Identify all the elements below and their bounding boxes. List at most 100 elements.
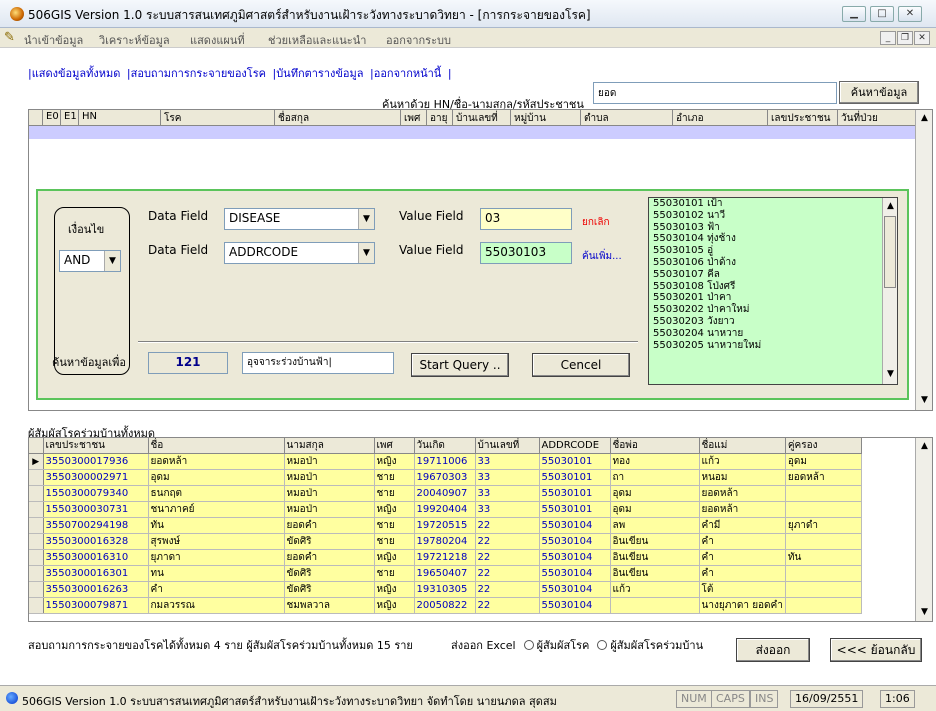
table-row[interactable]: 3550300016310 ยุภาดา ยอดคำ หญิง 19721218 22 55… — [29, 549, 862, 566]
scroll-thumb[interactable] — [884, 216, 896, 288]
table-cell[interactable]: คำ — [148, 581, 285, 598]
table-cell[interactable]: 20050822 — [414, 597, 476, 614]
col-mother[interactable]: ชื่อแม่ — [699, 438, 786, 454]
table-cell[interactable]: ยอดคำ — [284, 517, 375, 534]
table-cell[interactable]: คำ — [699, 533, 786, 550]
table-cell[interactable]: 3550300016310 — [43, 549, 149, 566]
table-cell[interactable]: 19920404 — [414, 501, 476, 518]
table-cell[interactable]: อุดม — [148, 469, 285, 486]
table-cell[interactable]: 19721218 — [414, 549, 476, 566]
list-item[interactable]: 55030101 เป้า — [649, 198, 897, 210]
table-cell[interactable]: ธนกฤต — [148, 485, 285, 502]
value-field-input-1[interactable]: 03 — [480, 208, 572, 230]
table-cell[interactable]: 22 — [475, 517, 540, 534]
col-addrcode[interactable]: ADDRCODE — [539, 438, 611, 454]
row-indicator[interactable] — [29, 517, 44, 534]
mdi-minimize-button[interactable]: _ — [880, 31, 896, 45]
col-father[interactable]: ชื่อพ่อ — [610, 438, 700, 454]
table-cell[interactable]: 22 — [475, 581, 540, 598]
table-cell[interactable] — [785, 485, 862, 502]
table-cell[interactable]: ลพ — [610, 517, 700, 534]
list-item[interactable]: 55030108 โป่งศรี — [649, 281, 897, 293]
table-cell[interactable]: หมอป่า — [284, 453, 375, 470]
table-cell[interactable]: โต้ — [699, 581, 786, 598]
table-cell[interactable]: อุดม — [785, 453, 862, 470]
mdi-restore-button[interactable]: ❐ — [897, 31, 913, 45]
table-cell[interactable]: ถา — [610, 469, 700, 486]
close-button[interactable]: ✕ — [898, 6, 922, 22]
menu-map[interactable]: แสดงแผนที่ — [190, 31, 245, 49]
table-row[interactable]: 3550300002971 อุดม หมอป่า ชาย 19670303 33 5503… — [29, 469, 862, 486]
nav-leave-page[interactable]: |ออกจากหน้านี้ — [370, 67, 441, 80]
table-cell[interactable]: ชาย — [374, 565, 415, 582]
table-row[interactable]: 3550300016328 สุรพงษ์ ขัดศิริ ชาย 19780204 22… — [29, 533, 862, 550]
table-row[interactable]: 1550300079340 ธนกฤต หมอป่า ชาย 20040907 33 550… — [29, 485, 862, 502]
table-cell[interactable]: ชาย — [374, 485, 415, 502]
table-cell[interactable]: 33 — [475, 485, 540, 502]
table-cell[interactable] — [785, 533, 862, 550]
table-cell[interactable]: สุรพงษ์ — [148, 533, 285, 550]
table-row[interactable]: 3550300016263 คำ ขัดศิริ หญิง 19310305 22 5503… — [29, 581, 862, 598]
table-cell[interactable]: แก้ว — [610, 581, 700, 598]
table-cell[interactable]: ทน — [148, 565, 285, 582]
col-disease[interactable]: โรค — [161, 110, 275, 126]
start-query-button[interactable]: Start Query .. — [411, 353, 509, 377]
list-item[interactable]: 55030205 นาหวายใหม่ — [649, 340, 897, 352]
search-button[interactable]: ค้นหาข้อมูล — [839, 81, 919, 104]
chevron-down-icon[interactable]: ▼ — [358, 209, 374, 229]
scroll-up-icon[interactable]: ▲ — [918, 440, 931, 453]
back-button[interactable]: <<< ย้อนกลับ — [830, 638, 922, 662]
row-indicator[interactable] — [29, 549, 44, 566]
table-cell[interactable]: 55030104 — [539, 517, 611, 534]
table-cell[interactable]: 55030101 — [539, 485, 611, 502]
table-cell[interactable]: ขัดศิริ — [284, 581, 375, 598]
row-indicator[interactable] — [29, 469, 44, 486]
nav-save-table[interactable]: |บันทึกตารางข้อมูล — [272, 67, 363, 80]
col-house-no[interactable]: บ้านเลขที่ — [453, 110, 511, 126]
radio-contacts[interactable] — [523, 640, 534, 650]
table-cell[interactable] — [785, 581, 862, 598]
scroll-down-icon[interactable]: ▼ — [884, 368, 897, 381]
table-cell[interactable]: 22 — [475, 533, 540, 550]
table-cell[interactable]: 3550700294198 — [43, 517, 149, 534]
table-cell[interactable]: 20040907 — [414, 485, 476, 502]
col-e1[interactable]: E1 — [61, 110, 79, 126]
list-item[interactable]: 55030106 ป่าด้าง — [649, 257, 897, 269]
scroll-up-icon[interactable]: ▲ — [884, 200, 897, 213]
table-cell[interactable]: 19711006 — [414, 453, 476, 470]
scroll-down-icon[interactable]: ▼ — [918, 606, 931, 619]
table-cell[interactable]: ยอดคำ — [284, 549, 375, 566]
table-cell[interactable]: ชาย — [374, 533, 415, 550]
table-cell[interactable]: ยอดหล้า — [785, 469, 862, 486]
table-cell[interactable]: หญิง — [374, 597, 415, 614]
table-cell[interactable] — [785, 565, 862, 582]
purpose-input[interactable]: อุจจาระร่วงบ้านฟ้า| — [242, 352, 394, 374]
search-more-link[interactable]: ค้นเพิ่ม... — [582, 249, 622, 264]
table-cell[interactable]: ยอดหล้า — [148, 453, 285, 470]
data-field-select-1[interactable]: DISEASE ▼ — [224, 208, 375, 230]
minimize-button[interactable]: ▁ — [842, 6, 866, 22]
cancel-query-button[interactable]: Cencel — [532, 353, 630, 377]
export-button[interactable]: ส่งออก — [736, 638, 810, 662]
table-cell[interactable]: 3550300016301 — [43, 565, 149, 582]
table-cell[interactable]: ทัน — [148, 517, 285, 534]
col-sex[interactable]: เพศ — [401, 110, 427, 126]
col-sex[interactable]: เพศ — [374, 438, 415, 454]
list-item[interactable]: 55030105 อู่ — [649, 245, 897, 257]
table-cell[interactable]: 55030104 — [539, 549, 611, 566]
table-cell[interactable] — [610, 597, 700, 614]
cancel-link[interactable]: ยกเลิก — [582, 215, 610, 230]
table-cell[interactable]: ขัดศิริ — [284, 533, 375, 550]
table-cell[interactable]: 19310305 — [414, 581, 476, 598]
app-menu-icon[interactable]: ✎ — [4, 30, 15, 45]
table-cell[interactable]: หญิง — [374, 453, 415, 470]
table-cell[interactable]: คำ — [699, 565, 786, 582]
table-cell[interactable]: หมอป่า — [284, 485, 375, 502]
col-house-no[interactable]: บ้านเลขที่ — [475, 438, 540, 454]
table-cell[interactable]: 55030104 — [539, 597, 611, 614]
list-item[interactable]: 55030102 นาวี — [649, 210, 897, 222]
contacts-grid[interactable]: เลขประชาชน ชื่อ นามสกุล เพศ วันเกิด บ้าน… — [28, 437, 933, 622]
table-cell[interactable]: ชาย — [374, 517, 415, 534]
table-cell[interactable]: ชมพลวาล — [284, 597, 375, 614]
table-cell[interactable]: หญิง — [374, 501, 415, 518]
